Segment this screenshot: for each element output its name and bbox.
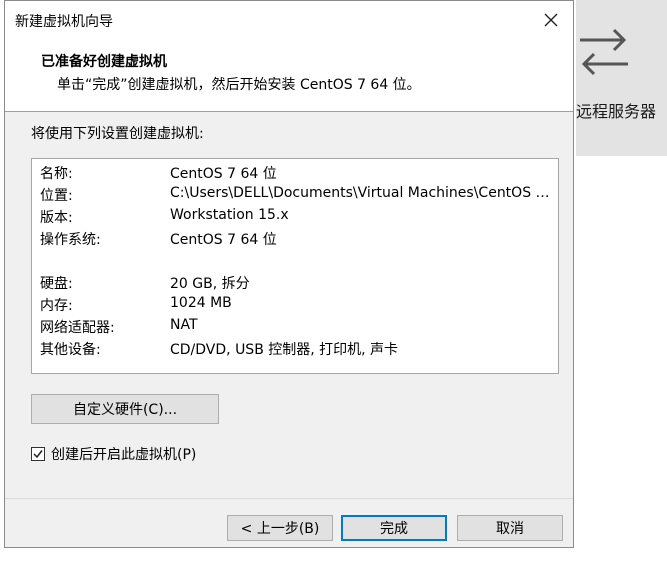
background-app-panel: 远程服务器 [576, 0, 667, 156]
cancel-button[interactable]: 取消 [457, 515, 563, 541]
summary-value: Workstation 15.x [170, 207, 289, 223]
close-icon [544, 13, 558, 27]
swap-arrows-icon [580, 28, 628, 76]
summary-key: 版本: [40, 210, 73, 226]
header-subtitle: 单击“完成”创建虚拟机，然后开始安装 CentOS 7 64 位。 [57, 77, 421, 93]
customize-hardware-button[interactable]: 自定义硬件(C)... [31, 394, 219, 424]
footer-divider [5, 498, 573, 499]
finish-button[interactable]: 完成 [341, 515, 447, 541]
summary-key: 位置: [40, 188, 73, 204]
summary-value: 20 GB, 拆分 [170, 276, 250, 292]
settings-summary-box: 名称: CentOS 7 64 位 位置: C:\Users\DELL\Docu… [31, 158, 559, 374]
summary-value: CD/DVD, USB 控制器, 打印机, 声卡 [170, 342, 399, 358]
power-on-label: 创建后开启此虚拟机(P) [51, 447, 197, 463]
power-on-after-create-option[interactable]: 创建后开启此虚拟机(P) [31, 444, 196, 464]
dialog-title: 新建虚拟机向导 [15, 14, 113, 30]
power-on-checkbox[interactable] [31, 447, 45, 461]
summary-key: 操作系统: [40, 232, 101, 248]
summary-key: 网络适配器: [40, 320, 115, 336]
close-button[interactable] [537, 7, 565, 33]
wizard-header: 已准备好创建虚拟机 单击“完成”创建虚拟机，然后开始安装 CentOS 7 64… [5, 39, 573, 112]
summary-key: 硬盘: [40, 276, 73, 292]
new-vm-wizard-dialog: 新建虚拟机向导 已准备好创建虚拟机 单击“完成”创建虚拟机，然后开始安装 Cen… [4, 0, 574, 548]
summary-key: 名称: [40, 166, 73, 182]
checkmark-icon [33, 450, 43, 459]
summary-key: 内存: [40, 298, 73, 314]
remote-server-label: 远程服务器 [576, 102, 657, 121]
summary-value: CentOS 7 64 位 [170, 166, 277, 182]
summary-value: C:\Users\DELL\Documents\Virtual Machines… [170, 185, 554, 201]
intro-text: 将使用下列设置创建虚拟机: [31, 126, 204, 142]
summary-key: 其他设备: [40, 342, 101, 358]
title-bar: 新建虚拟机向导 [5, 1, 573, 39]
header-title: 已准备好创建虚拟机 [41, 54, 167, 70]
summary-value: 1024 MB [170, 295, 232, 311]
summary-value: NAT [170, 317, 198, 333]
summary-value: CentOS 7 64 位 [170, 232, 277, 248]
back-button[interactable]: < 上一步(B) [227, 515, 333, 541]
